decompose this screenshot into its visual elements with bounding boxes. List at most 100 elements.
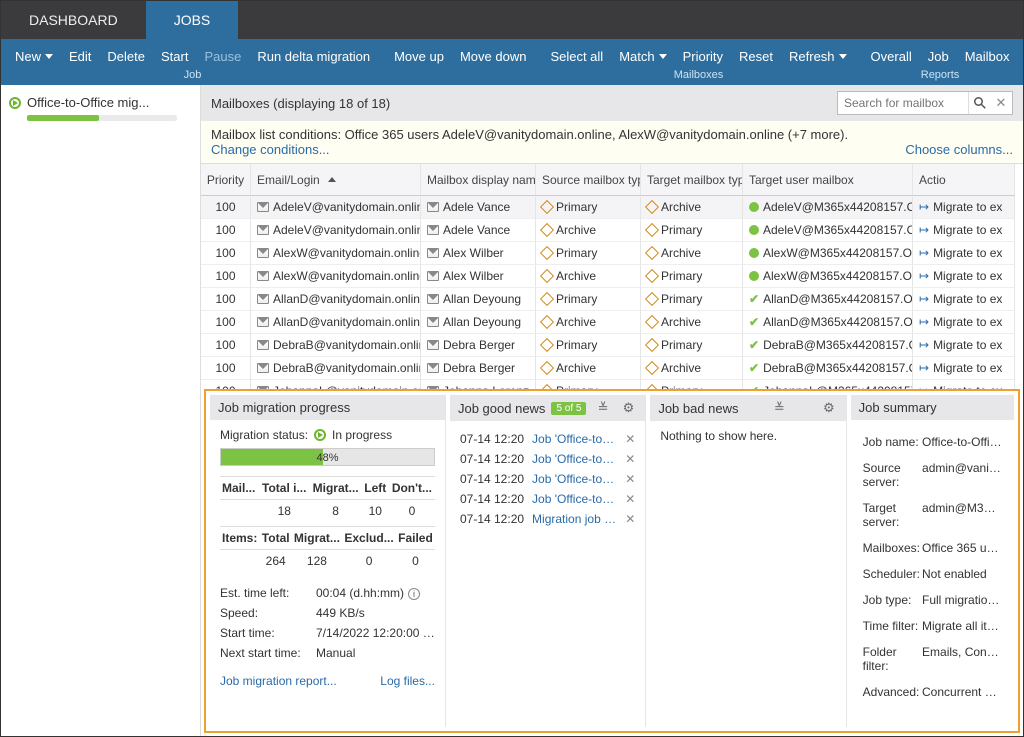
delete-button[interactable]: Delete: [99, 45, 153, 68]
grid-title: Mailboxes (displaying 18 of 18): [211, 96, 390, 111]
gear-icon[interactable]: ⚙: [620, 400, 638, 416]
cell-action[interactable]: ↦ Migrate to ex: [913, 265, 1015, 288]
envelope-icon: [257, 317, 269, 327]
cell-tgt: Primary: [641, 380, 743, 389]
move-up-button[interactable]: Move up: [386, 45, 452, 68]
cell-tgt-user: ✔ AllanD@M365x44208157.OnMic: [743, 311, 913, 334]
mini-th: Failed: [396, 527, 435, 550]
mini-th: Mail...: [220, 477, 259, 500]
gear-icon[interactable]: ⚙: [820, 400, 838, 416]
cell-src: Archive: [536, 265, 641, 288]
cell-email[interactable]: AllanD@vanitydomain.online: [251, 288, 421, 311]
news-link[interactable]: Job 'Office-to-Offic...: [532, 432, 617, 446]
tag-icon: [542, 271, 552, 281]
col-email[interactable]: Email/Login: [251, 164, 421, 196]
cell-action[interactable]: ↦ Migrate to ex: [913, 334, 1015, 357]
summary-key: Target server:: [863, 496, 920, 534]
col-display[interactable]: Mailbox display name: [421, 164, 536, 196]
refresh-button[interactable]: Refresh: [781, 45, 855, 68]
cell-tgt: Archive: [641, 357, 743, 380]
mini-td: [220, 500, 259, 523]
cell-action[interactable]: ↦ Migrate to ex: [913, 288, 1015, 311]
close-icon[interactable]: ✕: [625, 512, 635, 526]
tag-icon: [647, 340, 657, 350]
cell-tgt: Primary: [641, 219, 743, 242]
cell-email[interactable]: AllanD@vanitydomain.online: [251, 311, 421, 334]
cell-display: Allan Deyoung: [421, 288, 536, 311]
cell-email[interactable]: DebraB@vanitydomain.online: [251, 357, 421, 380]
summary-row: Mailboxes:Office 365 user...: [863, 536, 1002, 560]
match-button[interactable]: Match: [611, 45, 674, 68]
col-priority[interactable]: Priority: [201, 164, 251, 196]
filter-icon[interactable]: ≚: [595, 400, 612, 416]
next-start-value: Manual: [316, 646, 435, 660]
tab-dashboard[interactable]: DASHBOARD: [1, 1, 146, 39]
status-dot-icon: [749, 271, 759, 281]
mini-td: 0: [342, 550, 396, 573]
search-input[interactable]: [838, 93, 968, 113]
filter-icon[interactable]: ≚: [771, 400, 788, 416]
pause-button[interactable]: Pause: [196, 45, 249, 68]
close-icon[interactable]: ✕: [625, 492, 635, 506]
news-link[interactable]: Job 'Office-to-Offic...: [532, 472, 617, 486]
col-target-type[interactable]: Target mailbox type: [641, 164, 743, 196]
overall-button[interactable]: Overall: [863, 45, 920, 68]
cell-email[interactable]: JohannaL@vanitydomain.online: [251, 380, 421, 389]
col-source-type[interactable]: Source mailbox type: [536, 164, 641, 196]
log-files-link[interactable]: Log files...: [380, 674, 435, 688]
mini-td: [220, 550, 260, 573]
change-conditions-link[interactable]: Change conditions...: [211, 142, 330, 157]
grid-title-bar: Mailboxes (displaying 18 of 18) ✕: [201, 85, 1023, 121]
move-down-button[interactable]: Move down: [452, 45, 534, 68]
start-button[interactable]: Start: [153, 45, 196, 68]
close-icon[interactable]: ✕: [625, 432, 635, 446]
select-all-button[interactable]: Select all: [542, 45, 611, 68]
cell-email[interactable]: AlexW@vanitydomain.online: [251, 265, 421, 288]
cell-action[interactable]: ↦ Migrate to ex: [913, 196, 1015, 219]
migration-report-link[interactable]: Job migration report...: [220, 674, 337, 688]
search-icon[interactable]: [968, 92, 990, 114]
cell-action[interactable]: ↦ Migrate to ex: [913, 311, 1015, 334]
col-target-user[interactable]: Target user mailbox: [743, 164, 913, 196]
cell-action[interactable]: ↦ Migrate to ex: [913, 242, 1015, 265]
close-icon[interactable]: ✕: [625, 452, 635, 466]
priority-button[interactable]: Priority: [675, 45, 731, 68]
col-action[interactable]: Actio: [913, 164, 1015, 196]
start-time-value: 7/14/2022 12:20:00 PM: [316, 626, 435, 640]
new-button[interactable]: New: [7, 45, 61, 68]
summary-row: Time filter:Migrate all ite...: [863, 614, 1002, 638]
choose-columns-link[interactable]: Choose columns...: [905, 142, 1013, 157]
close-icon[interactable]: ✕: [990, 95, 1012, 111]
caret-down-icon: [839, 54, 847, 59]
sidebar-job-item[interactable]: Office-to-Office mig...: [9, 95, 192, 110]
reset-button[interactable]: Reset: [731, 45, 781, 68]
mini-td: 0: [396, 550, 435, 573]
tag-icon: [542, 363, 552, 373]
cell-email[interactable]: AdeleV@vanitydomain.online: [251, 196, 421, 219]
cell-email[interactable]: AlexW@vanitydomain.online: [251, 242, 421, 265]
cell-action[interactable]: ↦ Migrate to ex: [913, 357, 1015, 380]
status-dot-icon: [749, 202, 759, 212]
job-report-button[interactable]: Job: [920, 45, 957, 68]
edit-button[interactable]: Edit: [61, 45, 99, 68]
envelope-icon: [257, 386, 269, 389]
run-delta-button[interactable]: Run delta migration: [249, 45, 378, 68]
cell-action[interactable]: ↦ Migrate to ex: [913, 219, 1015, 242]
status-dot-icon: [749, 248, 759, 258]
close-icon[interactable]: ✕: [625, 472, 635, 486]
cell-action[interactable]: ↦ Migrate to ex: [913, 380, 1015, 389]
news-link[interactable]: Migration job 'Offi...: [532, 512, 617, 526]
mailbox-report-button[interactable]: Mailbox: [957, 45, 1018, 68]
info-icon[interactable]: i: [408, 588, 420, 600]
tag-icon: [647, 317, 657, 327]
cell-email[interactable]: AdeleV@vanitydomain.online: [251, 219, 421, 242]
news-link[interactable]: Job 'Office-to-Offic...: [532, 452, 617, 466]
cell-priority: 100: [201, 219, 251, 242]
panel-good-title: Job good news: [458, 401, 545, 416]
news-link[interactable]: Job 'Office-to-Offic...: [532, 492, 617, 506]
tab-jobs[interactable]: JOBS: [146, 1, 239, 39]
envelope-icon: [427, 340, 439, 350]
arrow-right-icon: ↦: [919, 269, 929, 283]
sidebar-progress-fill: [27, 115, 99, 121]
cell-email[interactable]: DebraB@vanitydomain.online: [251, 334, 421, 357]
